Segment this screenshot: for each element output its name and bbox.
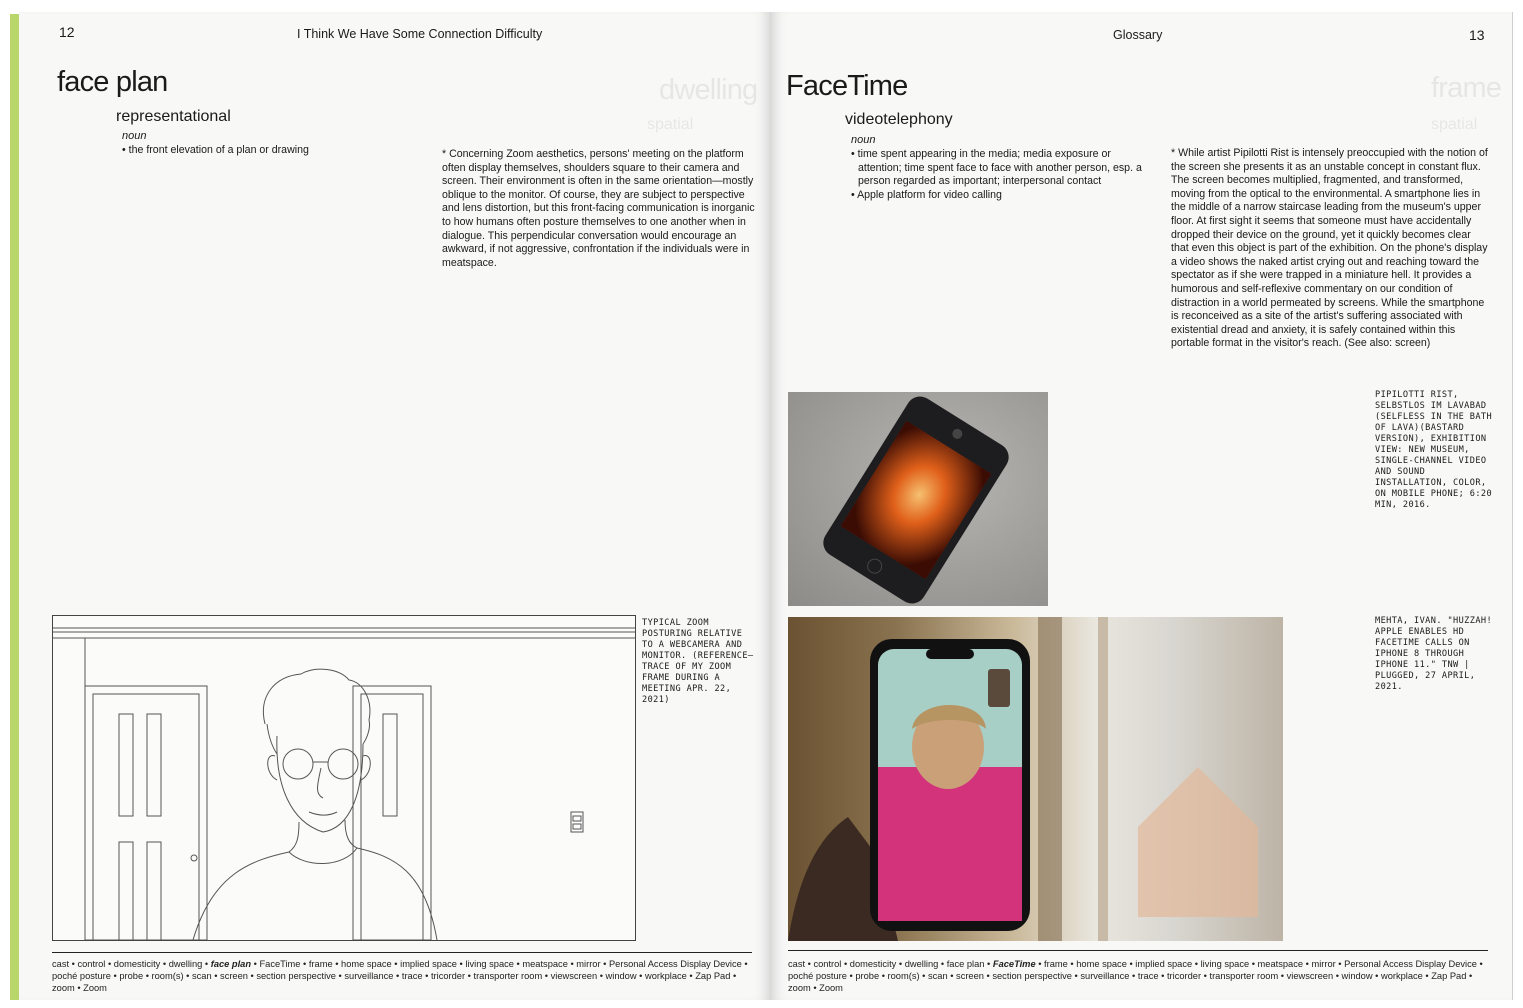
definition-list: time spent appearing in the media; media… <box>851 148 1151 202</box>
photo-caption-mehta: MEHTA, IVAN. "HUZZAH! APPLE ENABLES HD F… <box>1375 616 1493 692</box>
facetime-phone-image <box>788 617 1258 941</box>
footer-rule <box>788 950 1488 951</box>
show-through-subword: spatial <box>1431 116 1478 133</box>
footer-rule <box>52 952 752 953</box>
glossary-index-footer: cast • control • domesticity • dwelling … <box>52 958 752 994</box>
definition-item: the front elevation of a plan or drawing <box>122 144 422 158</box>
photo-caption-rist: PIPILOTTI RIST, SELBSTLOS IM LAVABAD (SE… <box>1375 390 1493 510</box>
footer-current-term: FaceTime <box>992 959 1036 969</box>
running-head: I Think We Have Some Connection Difficul… <box>297 27 543 41</box>
part-of-speech: noun <box>122 130 147 142</box>
footer-current-term: face plan <box>210 959 252 969</box>
page-number: 12 <box>59 24 75 40</box>
running-head: Glossary <box>1113 28 1163 42</box>
show-through-headword: frame <box>1431 72 1502 104</box>
portrait-line-drawing <box>53 627 635 940</box>
glossary-index-footer: cast • control • domesticity • dwelling … <box>788 958 1488 994</box>
page-number: 13 <box>1469 27 1485 43</box>
left-page: dwelling spatial 12 I Think We Have Some… <box>19 12 771 1000</box>
entry-headword: FaceTime <box>786 70 908 102</box>
phone-on-floor-photo <box>788 392 1048 606</box>
page-edge-highlight <box>10 14 19 1000</box>
definition-list: the front elevation of a plan or drawing <box>122 144 422 158</box>
show-through-headword: dwelling <box>659 74 758 106</box>
part-of-speech: noun <box>851 134 876 146</box>
right-page: frame spatial Glossary 13 FaceTime video… <box>771 12 1513 1000</box>
facetime-call-photo <box>788 617 1283 941</box>
definition-item: time spent appearing in the media; media… <box>851 148 1151 189</box>
magazine-spread: dwelling spatial 12 I Think We Have Some… <box>0 0 1523 1008</box>
definition-item: Apple platform for video calling <box>851 189 1151 203</box>
show-through-subword: spatial <box>647 116 694 133</box>
entry-subword: videotelephony <box>845 111 953 128</box>
footer-terms-before: cast • control • domesticity • dwelling … <box>52 959 211 969</box>
footnote-text: * While artist Pipilotti Rist is intense… <box>1171 147 1488 350</box>
phone-image <box>823 396 1009 604</box>
footnote-text: * Concerning Zoom aesthetics, persons' m… <box>442 148 755 269</box>
footer-terms-before: cast • control • domesticity • dwelling … <box>788 959 993 969</box>
entry-headword: face plan <box>57 66 168 98</box>
zoom-trace-drawing <box>52 615 636 941</box>
entry-subword: representational <box>116 108 231 125</box>
drawing-caption: TYPICAL ZOOM POSTURING RELATIVE TO A WEB… <box>642 618 754 705</box>
